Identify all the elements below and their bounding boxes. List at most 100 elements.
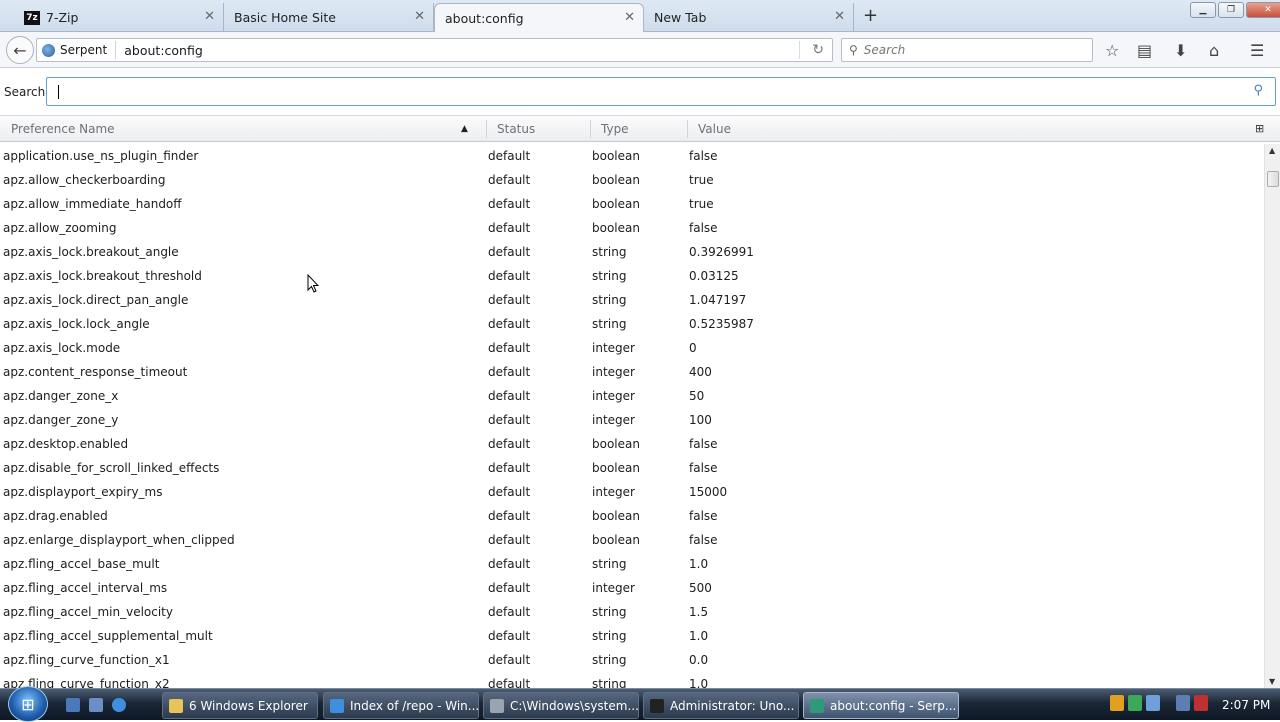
pref-name: apz.danger_zone_y	[3, 413, 119, 427]
back-arrow-icon: ←	[13, 40, 27, 60]
pref-name: apz.fling_accel_supplemental_mult	[3, 629, 213, 643]
close-icon[interactable]: ✕	[204, 9, 215, 24]
taskbar-button[interactable]: Administrator: Uno...	[643, 692, 799, 719]
taskbar-button[interactable]: about:config - Serp...	[803, 692, 959, 719]
preference-row[interactable]: apz.allow_immediate_handoff default boolea…	[0, 192, 1264, 216]
close-icon[interactable]: ✕	[834, 9, 845, 24]
scrollbar-thumb[interactable]	[1267, 171, 1279, 187]
switch-windows-icon[interactable]	[89, 698, 103, 712]
pref-status: default	[488, 245, 531, 259]
pref-name: apz.displayport_expiry_ms	[3, 485, 163, 499]
taskbar-button-label: Index of /repo - Win...	[350, 698, 479, 713]
minimize-icon[interactable]: ▁	[1190, 2, 1216, 18]
pref-type: boolean	[592, 533, 640, 547]
column-header-status[interactable]: Status	[497, 122, 535, 136]
column-divider[interactable]	[486, 120, 487, 138]
window-close-icon[interactable]: ✕	[1246, 2, 1280, 18]
downloads-icon[interactable]: ⬇	[1174, 41, 1187, 60]
column-picker-icon[interactable]: ⊞	[1255, 122, 1264, 135]
column-header-value[interactable]: Value	[698, 122, 731, 136]
preference-row[interactable]: apz.axis_lock.breakout_angle default strin…	[0, 240, 1264, 264]
pref-type: string	[592, 269, 627, 283]
taskbar-button-label: C:\Windows\system...	[510, 698, 639, 713]
pref-status: default	[488, 533, 531, 547]
preference-row[interactable]: apz.danger_zone_x default integer 50	[0, 384, 1264, 408]
preference-row[interactable]: apz.fling_accel_supplemental_mult default…	[0, 624, 1264, 648]
vertical-scrollbar[interactable]: ▲ ▼	[1264, 144, 1280, 688]
reload-icon[interactable]: ↻	[812, 42, 824, 58]
tab-about-config[interactable]: about:config ✕	[434, 3, 644, 33]
drive-icon[interactable]	[1146, 695, 1160, 711]
network-icon[interactable]	[1176, 695, 1190, 711]
config-search-label: Search:	[4, 85, 50, 99]
preference-row[interactable]: apz.allow_checkerboarding default boolean t…	[0, 168, 1264, 192]
preference-row[interactable]: apz.fling_curve_function_x2 default string…	[0, 672, 1264, 688]
preference-row[interactable]: apz.fling_accel_base_mult default string 1.…	[0, 552, 1264, 576]
pref-type: string	[592, 557, 627, 571]
pref-value: 100	[689, 413, 712, 427]
close-icon[interactable]: ✕	[414, 9, 425, 24]
preference-row[interactable]: apz.disable_for_scroll_linked_effects def…	[0, 456, 1264, 480]
pref-value: 1.0	[689, 677, 709, 688]
volume-muted-icon[interactable]	[1194, 695, 1208, 711]
preference-row[interactable]: apz.drag.enabled default boolean false	[0, 504, 1264, 528]
preference-row[interactable]: apz.content_response_timeout default integ…	[0, 360, 1264, 384]
web-search-box[interactable]: ⚲ Search	[841, 38, 1093, 62]
tab-basic-home-site[interactable]: Basic Home Site ✕	[224, 3, 434, 32]
taskbar-button[interactable]: C:\Windows\system...	[483, 692, 639, 719]
tab-strip: 7z 7-Zip ✕ Basic Home Site ✕ about:confi…	[0, 0, 1280, 33]
tab-new-tab[interactable]: New Tab ✕	[644, 3, 854, 32]
home-icon[interactable]: ⌂	[1209, 41, 1219, 60]
pref-value: 15000	[689, 485, 728, 499]
clock[interactable]: 2:07 PM	[1222, 698, 1270, 712]
restore-icon[interactable]: ❐	[1218, 2, 1244, 18]
column-header-name[interactable]: Preference Name	[11, 122, 115, 136]
preference-row[interactable]: apz.fling_accel_min_velocity default strin…	[0, 600, 1264, 624]
site-identity[interactable]: Serpent	[37, 41, 117, 59]
taskbar-button[interactable]: 6 Windows Explorer	[162, 692, 318, 719]
back-button[interactable]: ←	[6, 36, 34, 64]
show-desktop-icon[interactable]	[66, 698, 80, 712]
search-icon: ⚲	[1253, 83, 1263, 98]
pref-status: default	[488, 677, 531, 688]
pref-status: default	[488, 413, 531, 427]
column-header-type[interactable]: Type	[601, 122, 629, 136]
shield-icon[interactable]	[1110, 695, 1124, 711]
config-search-input[interactable]: ⚲	[46, 77, 1276, 106]
preference-row[interactable]: apz.allow_zooming default boolean false	[0, 216, 1264, 240]
preference-row[interactable]: apz.desktop.enabled default boolean false	[0, 432, 1264, 456]
scroll-up-arrow-icon[interactable]: ▲	[1269, 146, 1275, 155]
preference-row[interactable]: apz.fling_curve_function_x1 default string…	[0, 648, 1264, 672]
column-divider[interactable]	[687, 120, 688, 138]
column-divider[interactable]	[590, 120, 591, 138]
preference-row[interactable]: apz.enlarge_displayport_when_clipped defa…	[0, 528, 1264, 552]
preference-row[interactable]: apz.displayport_expiry_ms default integer 1…	[0, 480, 1264, 504]
pref-status: default	[488, 653, 531, 667]
pref-name: apz.content_response_timeout	[3, 365, 188, 379]
internet-explorer-icon[interactable]	[112, 698, 126, 712]
pref-status: default	[488, 269, 531, 283]
menu-hamburger-icon[interactable]: ☰	[1250, 41, 1264, 60]
start-button[interactable]: ⊞	[8, 686, 48, 722]
pref-value: 1.5	[689, 605, 709, 619]
close-icon[interactable]: ✕	[624, 10, 635, 25]
update-icon[interactable]	[1128, 695, 1142, 711]
pref-name: apz.fling_accel_min_velocity	[3, 605, 173, 619]
url-bar[interactable]: Serpent about:config ↻	[36, 38, 833, 62]
bookmark-star-icon[interactable]: ☆	[1105, 41, 1119, 60]
url-text[interactable]: about:config	[116, 43, 203, 58]
pref-type: boolean	[592, 461, 640, 475]
preference-row[interactable]: apz.fling_accel_interval_ms default intege…	[0, 576, 1264, 600]
tab-7zip[interactable]: 7z 7-Zip ✕	[14, 3, 224, 32]
preference-row[interactable]: apz.danger_zone_y default integer 100	[0, 408, 1264, 432]
preference-row[interactable]: apz.axis_lock.direct_pan_angle default str…	[0, 288, 1264, 312]
preference-row[interactable]: apz.axis_lock.breakout_threshold default s…	[0, 264, 1264, 288]
preference-row[interactable]: application.use_ns_plugin_finder default b…	[0, 144, 1264, 168]
taskbar-button[interactable]: Index of /repo - Win...	[323, 692, 479, 719]
pref-value: 1.0	[689, 629, 709, 643]
preference-row[interactable]: apz.axis_lock.lock_angle default string 0.5…	[0, 312, 1264, 336]
new-tab-plus-icon[interactable]: +	[863, 5, 878, 26]
scroll-down-arrow-icon[interactable]: ▼	[1269, 677, 1275, 686]
bookmarks-menu-icon[interactable]: ▤	[1137, 41, 1152, 60]
preference-row[interactable]: apz.axis_lock.mode default integer 0	[0, 336, 1264, 360]
